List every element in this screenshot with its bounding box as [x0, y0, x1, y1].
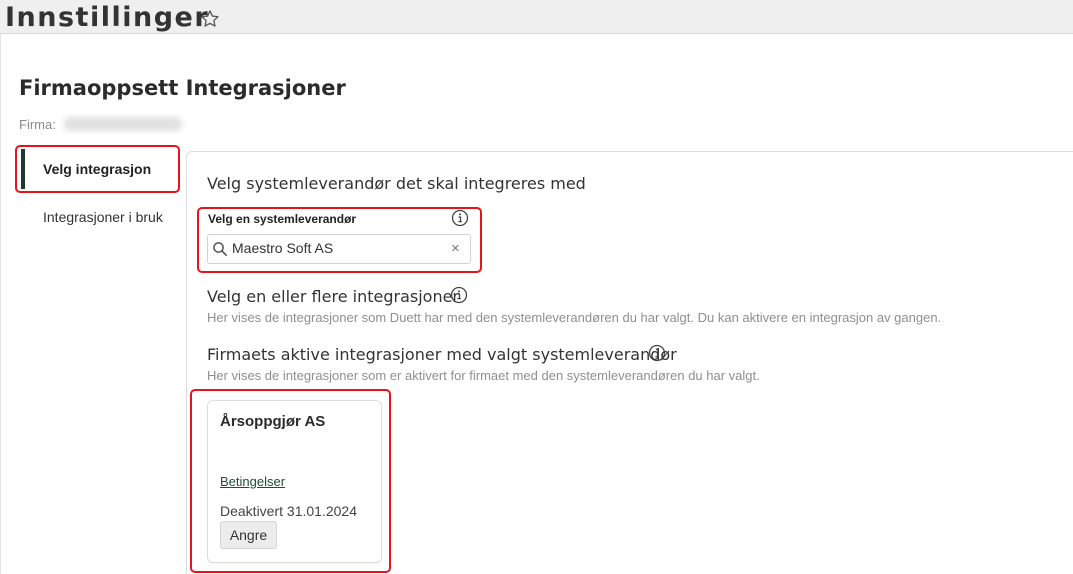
firma-label: Firma:: [19, 117, 56, 132]
integration-card-title: Årsoppgjør AS: [220, 413, 326, 430]
content-divider: [0, 34, 1, 574]
panel-heading: Velg systemleverandør det skal integrere…: [207, 174, 586, 193]
integrations-help-text: Her vises de integrasjoner som Duett har…: [207, 310, 942, 325]
firma-value-redacted: [64, 117, 182, 131]
sidebar-item-velg-integrasjon[interactable]: Velg integrasjon: [21, 149, 178, 189]
info-icon[interactable]: [451, 209, 469, 227]
sidebar-item-integrasjoner-i-bruk[interactable]: Integrasjoner i bruk: [43, 207, 163, 227]
close-icon[interactable]: ×: [451, 240, 460, 258]
section-title: Firmaoppsett Integrasjoner: [19, 76, 346, 100]
sidebar-item-label: Velg integrasjon: [43, 161, 152, 177]
search-icon: [213, 242, 227, 256]
info-icon[interactable]: [450, 286, 468, 304]
star-icon[interactable]: [199, 8, 221, 30]
supplier-search-value[interactable]: Maestro Soft AS: [232, 240, 333, 256]
active-integrations-help-text: Her vises de integrasjoner som er aktive…: [207, 368, 760, 383]
info-icon[interactable]: [648, 344, 666, 362]
sidebar-item-label: Integrasjoner i bruk: [43, 209, 163, 225]
active-integrations-heading: Firmaets aktive integrasjoner med valgt …: [207, 345, 677, 364]
terms-link[interactable]: Betingelser: [220, 474, 285, 489]
integrations-heading: Velg en eller flere integrasjoner: [207, 287, 459, 306]
page-title: Innstillinger: [5, 2, 210, 33]
undo-button[interactable]: Angre: [220, 521, 277, 549]
integration-status: Deaktivert 31.01.2024: [220, 503, 357, 519]
supplier-field-label: Velg en systemleverandør: [208, 212, 357, 226]
